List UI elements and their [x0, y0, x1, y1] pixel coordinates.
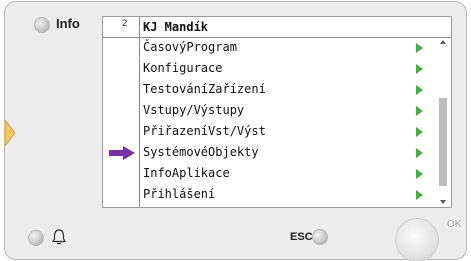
menu-item-label: InfoAplikace — [143, 166, 230, 180]
controller-panel: Info 2 KJ Mandík ČasovýProgram Konfigura… — [4, 1, 467, 261]
menu-item-label: Konfigurace — [143, 61, 223, 75]
menu-item-label: Přihlášení — [143, 187, 216, 201]
scroll-thumb[interactable] — [439, 98, 447, 186]
submenu-arrow-icon — [416, 148, 423, 158]
menu-item-label: TestováníZařízení — [143, 82, 266, 96]
menu-item-vstupy-vystupy[interactable]: Vstupy/Výstupy — [103, 101, 433, 121]
menu-item-systemove-objekty[interactable]: SystémovéObjekty — [103, 143, 433, 163]
lcd-screen: 2 KJ Mandík ČasovýProgram Konfigurace Te… — [102, 16, 452, 208]
submenu-arrow-icon — [416, 106, 423, 116]
submenu-arrow-icon — [416, 85, 423, 95]
submenu-arrow-icon — [416, 190, 423, 200]
info-button[interactable] — [35, 18, 49, 32]
menu-item-label: ČasovýProgram — [143, 40, 237, 54]
menu-scrollbar[interactable] — [437, 40, 449, 206]
alarm-button[interactable] — [29, 231, 43, 245]
scroll-down-icon[interactable] — [440, 200, 446, 204]
scroll-up-icon[interactable] — [440, 40, 446, 44]
header-divider — [139, 17, 140, 38]
esc-button[interactable] — [313, 230, 327, 244]
info-label: Info — [56, 16, 80, 31]
submenu-arrow-icon — [416, 127, 423, 137]
submenu-arrow-icon — [416, 43, 423, 53]
menu-list: ČasovýProgram Konfigurace TestováníZaříz… — [103, 38, 433, 207]
menu-item-prirazeni-vst-vyst[interactable]: PřiřazeníVst/Výst — [103, 122, 433, 142]
menu-item-label: Vstupy/Výstupy — [143, 103, 245, 117]
menu-item-casovy-program[interactable]: ČasovýProgram — [103, 38, 433, 58]
screen-header: 2 KJ Mandík — [103, 17, 451, 38]
menu-level: 2 — [122, 19, 128, 29]
submenu-arrow-icon — [416, 169, 423, 179]
ok-label: OK — [447, 219, 462, 230]
bell-icon — [51, 229, 67, 245]
menu-item-testovani-zarizeni[interactable]: TestováníZařízení — [103, 80, 433, 100]
screen-title: KJ Mandík — [143, 20, 209, 34]
menu-item-prihlaseni[interactable]: Přihlášení — [103, 185, 433, 205]
esc-label: ESC — [290, 231, 313, 243]
nav-arrow-icon — [5, 120, 15, 146]
menu-item-label: SystémovéObjekty — [143, 145, 259, 159]
ok-button[interactable] — [396, 219, 438, 261]
menu-item-konfigurace[interactable]: Konfigurace — [103, 59, 433, 79]
menu-item-label: PřiřazeníVst/Výst — [143, 124, 266, 138]
selection-arrow-icon — [109, 146, 135, 160]
submenu-arrow-icon — [416, 64, 423, 74]
menu-item-info-aplikace[interactable]: InfoAplikace — [103, 164, 433, 184]
